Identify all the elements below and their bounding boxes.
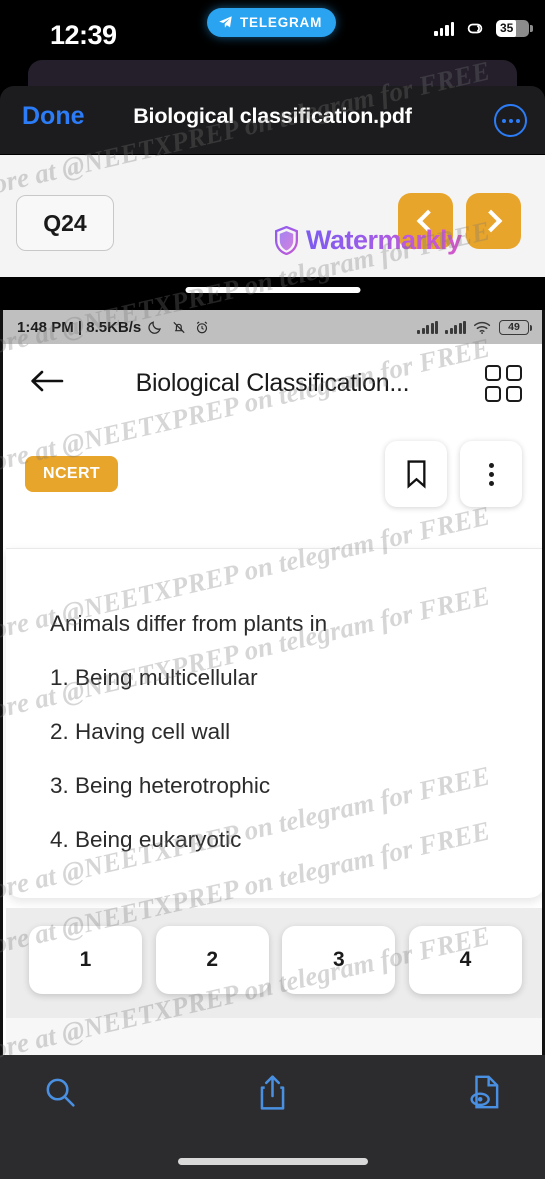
ios-status-icons: 35	[434, 20, 533, 37]
android-status-right: 49	[417, 319, 532, 335]
android-app-bar: Biological Classification...	[3, 344, 542, 422]
answer-button-4[interactable]: 4	[408, 926, 522, 994]
android-tool-row: NCERT	[3, 422, 542, 526]
android-time-and-speed: 1:48 PM | 8.5KB/s	[17, 318, 142, 336]
cellular-signal-icon-2	[445, 320, 466, 334]
android-status-left: 1:48 PM | 8.5KB/s	[17, 319, 210, 336]
wifi-icon	[473, 321, 491, 334]
embedded-android-screenshot: 1:48 PM | 8.5KB/s 49 Biological Classifi…	[0, 310, 545, 1055]
answer-buttons-row: 1 2 3 4	[29, 926, 522, 994]
ios-pdf-navbar: Done Biological classification.pdf	[0, 86, 545, 154]
android-battery-level: 49	[508, 321, 520, 333]
home-indicator-mid	[185, 287, 360, 293]
question-option-1: 1. Being multicellular	[50, 665, 258, 690]
answer-button-1[interactable]: 1	[29, 926, 142, 994]
alarm-clock-icon	[197, 320, 208, 333]
grid-view-button[interactable]	[485, 364, 522, 402]
link-loop-icon	[467, 23, 483, 34]
ellipsis-circle-icon	[501, 118, 506, 123]
ios-bottom-toolbar	[0, 1055, 545, 1179]
pdf-document-title: Biological classification.pdf	[133, 104, 412, 128]
toolbar-icon-row	[0, 1075, 545, 1111]
pdf-page-content: Q24 Watermarkly	[0, 155, 545, 277]
answer-button-2[interactable]: 2	[155, 926, 269, 994]
question-number-box: Q24	[16, 195, 114, 251]
next-page-button[interactable]	[466, 193, 521, 249]
share-upload-icon	[260, 1075, 285, 1110]
more-vertical-icon	[488, 462, 494, 486]
document-preview-icon	[470, 1075, 499, 1109]
phone-screen: 12:39 TELEGRAM 35 Done Biological classi…	[0, 0, 545, 1179]
share-button[interactable]	[243, 1075, 303, 1111]
shield-icon	[275, 226, 298, 255]
markup-preview-button[interactable]	[455, 1075, 515, 1111]
bell-muted-icon	[173, 321, 185, 333]
search-button[interactable]	[30, 1075, 90, 1111]
answer-button-3[interactable]: 3	[282, 926, 396, 994]
bookmark-icon	[407, 460, 425, 489]
telegram-badge: TELEGRAM	[207, 8, 337, 37]
telegram-badge-label: TELEGRAM	[240, 15, 323, 30]
android-battery-indicator: 49	[499, 319, 532, 335]
android-bottom-filler	[6, 1018, 542, 1055]
ios-clock: 12:39	[50, 20, 117, 50]
chevron-right-icon	[479, 209, 503, 233]
grid-view-icon	[485, 364, 501, 381]
home-indicator-bottom	[177, 1158, 368, 1165]
battery-level: 35	[500, 21, 514, 35]
question-stem: Animals differ from plants in	[50, 611, 328, 636]
android-status-bar: 1:48 PM | 8.5KB/s 49	[3, 310, 542, 344]
source-badge: NCERT	[25, 456, 119, 492]
cellular-signal-icon	[417, 320, 438, 334]
options-menu-button[interactable]	[460, 441, 522, 507]
pdf-home-indicator-area	[0, 277, 545, 305]
paper-plane-icon	[219, 16, 232, 28]
question-option-4: 4. Being eukaryotic	[50, 827, 242, 852]
answer-buttons-area: 1 2 3 4	[6, 908, 542, 1018]
cellular-signal-icon	[434, 21, 454, 36]
question-card: Animals differ from plants in 1. Being m…	[6, 548, 542, 898]
more-options-button[interactable]	[494, 104, 527, 137]
watermarkly-brand-text: Watermarkly	[306, 225, 462, 255]
question-option-2: 2. Having cell wall	[50, 719, 231, 744]
question-option-3: 3. Being heterotrophic	[50, 773, 271, 798]
crescent-moon-icon	[148, 321, 162, 334]
bookmark-button[interactable]	[385, 441, 447, 507]
watermarkly-logo: Watermarkly	[274, 225, 462, 256]
android-page-title: Biological Classification...	[135, 368, 410, 397]
battery-indicator: 35	[496, 20, 533, 37]
search-icon	[46, 1078, 75, 1107]
